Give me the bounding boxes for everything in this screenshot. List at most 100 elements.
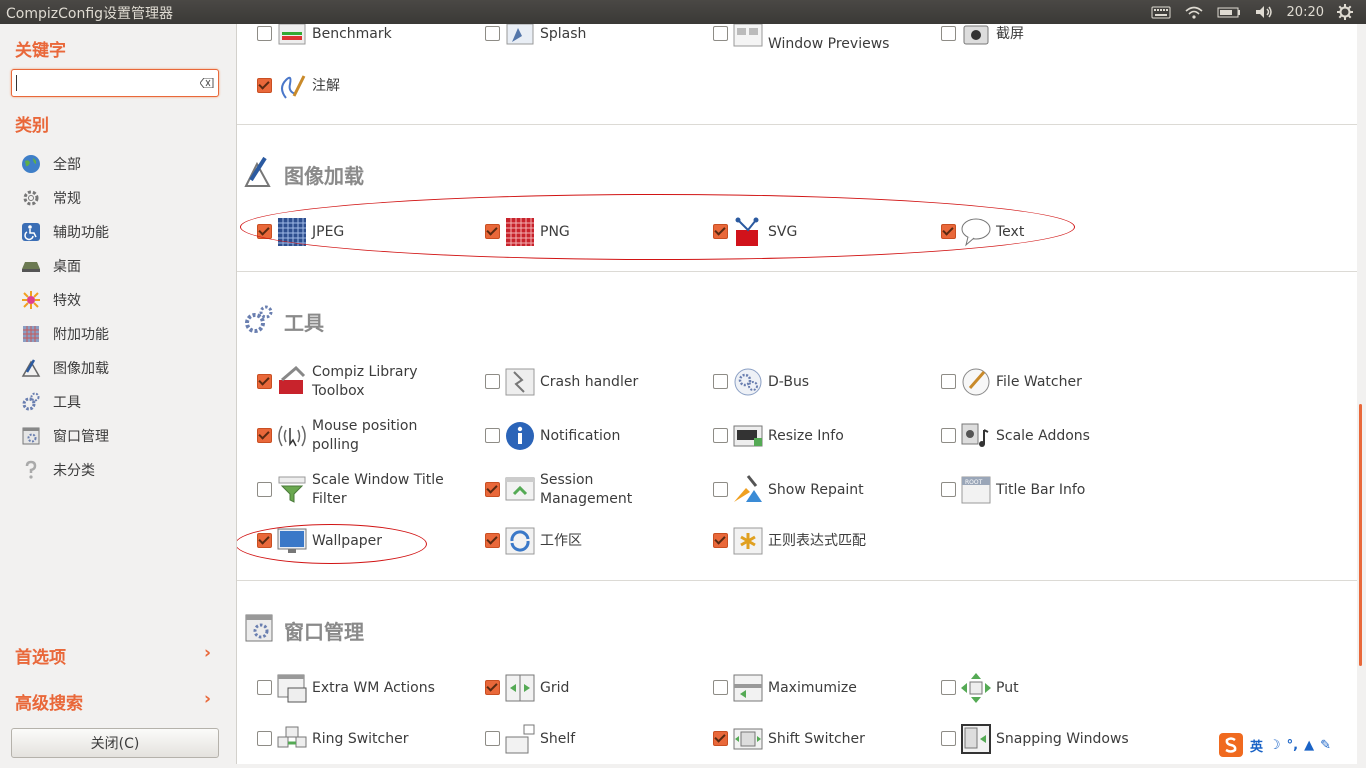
plugin-extra-wm-actions[interactable]: Extra WM Actions [257,668,477,708]
plugin-file-watcher[interactable]: File Watcher [941,362,1161,402]
globe-icon [20,153,42,175]
plugin-checkbox[interactable] [713,428,728,443]
plugin-name: Splash [540,25,587,42]
scrollbar-thumb[interactable] [1359,404,1362,666]
plugin-workspace[interactable]: 工作区 [485,521,705,561]
plugin-checkbox[interactable] [941,680,956,695]
plugin-checkbox[interactable] [941,224,956,239]
plugin-text[interactable]: Text [941,212,1161,252]
category-image-loading[interactable]: 图像加载 [20,357,109,379]
plugin-regex-matching[interactable]: 正则表达式匹配 [713,521,933,561]
plugin-compiz-library-toolbox[interactable]: Compiz Library Toolbox [257,362,477,402]
category-label: 桌面 [53,259,81,275]
plugin-checkbox[interactable] [941,374,956,389]
category-extras[interactable]: 附加功能 [20,323,109,345]
category-accessibility[interactable]: 辅助功能 [20,221,109,243]
battery-icon[interactable] [1217,5,1241,19]
plugin-checkbox[interactable] [713,224,728,239]
plugin-snapping-windows[interactable]: Snapping Windows [941,719,1161,759]
plugin-checkbox[interactable] [713,26,728,41]
plugin-checkbox[interactable] [941,482,956,497]
plugin-maximumize[interactable]: Maximumize [713,668,933,708]
plugin-annotate[interactable]: 注解 [257,66,477,106]
ime-language[interactable]: 英 [1250,736,1263,755]
close-button[interactable]: 关闭(C) [11,728,219,758]
plugin-jpeg[interactable]: JPEG [257,212,477,252]
clear-icon[interactable] [200,78,214,88]
plugin-ring-switcher[interactable]: Ring Switcher [257,719,477,759]
plugin-checkbox[interactable] [257,428,272,443]
plugin-scale-window-title-filter[interactable]: Scale Window Title Filter [257,470,477,510]
plugin-checkbox[interactable] [713,731,728,746]
plugin-dbus[interactable]: D-Bus [713,362,933,402]
plugin-name: Mouse position polling [312,418,418,453]
plugin-checkbox[interactable] [941,428,956,443]
shirt-icon[interactable]: ▲ [1304,738,1314,753]
plugin-show-repaint[interactable]: Show Repaint [713,470,933,510]
plugin-checkbox[interactable] [257,374,272,389]
plugin-window-previews[interactable]: Window Previews [713,24,933,64]
plugin-splash[interactable]: Splash [485,24,705,54]
category-uncategorized[interactable]: 未分类 [20,459,95,481]
plugin-checkbox[interactable] [257,78,272,93]
ime-toolbar[interactable]: 英 ☽ °, ▲ ✎ [1218,732,1338,758]
plugin-checkbox[interactable] [257,731,272,746]
plugin-checkbox[interactable] [941,731,956,746]
wrench-icon[interactable]: ✎ [1320,738,1331,753]
volume-icon[interactable] [1254,5,1274,19]
plugin-checkbox[interactable] [257,26,272,41]
plugin-checkbox[interactable] [257,680,272,695]
gear-icon[interactable] [1337,4,1353,20]
category-all[interactable]: 全部 [20,153,81,175]
splash-icon [506,24,534,45]
plugin-screenshot[interactable]: 截屏 [941,24,1161,54]
plugin-checkbox[interactable] [941,26,956,41]
plugin-notification[interactable]: Notification [485,416,705,456]
plugin-checkbox[interactable] [485,224,500,239]
category-window-management[interactable]: 窗口管理 [20,425,109,447]
plugin-shift-switcher[interactable]: Shift Switcher [713,719,933,759]
plugin-checkbox[interactable] [485,428,500,443]
plugin-checkbox[interactable] [257,533,272,548]
plugin-crash-handler[interactable]: Crash handler [485,362,705,402]
plugin-resize-info[interactable]: Resize Info [713,416,933,456]
search-input[interactable] [11,69,219,97]
plugin-shelf[interactable]: Shelf [485,719,705,759]
plugin-mouse-position-polling[interactable]: Mouse position polling [257,416,477,456]
plugin-checkbox[interactable] [713,482,728,497]
plugin-checkbox[interactable] [485,533,500,548]
plugin-wallpaper[interactable]: Wallpaper [257,521,477,561]
plugin-title-bar-info[interactable]: ROOT Title Bar Info [941,470,1161,510]
section-title-tools: 工具 [284,311,324,335]
plugin-checkbox[interactable] [713,533,728,548]
plugin-benchmark[interactable]: Benchmark [257,24,477,54]
wifi-icon[interactable] [1184,5,1204,19]
plugin-checkbox[interactable] [485,680,500,695]
plugin-checkbox[interactable] [257,224,272,239]
plugin-checkbox[interactable] [485,731,500,746]
plugin-checkbox[interactable] [257,482,272,497]
clock[interactable]: 20:20 [1287,5,1324,20]
plugin-put[interactable]: Put [941,668,1161,708]
punctuation-icon[interactable]: °, [1287,738,1298,753]
plugin-scale-addons[interactable]: Scale Addons [941,416,1161,456]
plugin-checkbox[interactable] [713,374,728,389]
plugin-checkbox[interactable] [485,482,500,497]
plugin-svg[interactable]: SVG [713,212,933,252]
vertical-scrollbar[interactable] [1357,24,1366,768]
preferences-link[interactable]: 首选项 › [15,643,215,668]
plugin-session-management[interactable]: Session Management [485,470,705,510]
keyboard-icon[interactable] [1151,5,1171,19]
plugin-grid[interactable]: Grid [485,668,705,708]
plugin-checkbox[interactable] [713,680,728,695]
category-desktop[interactable]: 桌面 [20,255,81,277]
moon-icon[interactable]: ☽ [1269,738,1281,753]
advanced-search-link[interactable]: 高级搜索 › [15,689,215,714]
category-tools[interactable]: 工具 [20,391,81,413]
image-loading-icon [244,156,271,187]
plugin-png[interactable]: PNG [485,212,705,252]
category-general[interactable]: 常规 [20,187,81,209]
plugin-checkbox[interactable] [485,374,500,389]
category-effects[interactable]: 特效 [20,289,81,311]
plugin-checkbox[interactable] [485,26,500,41]
